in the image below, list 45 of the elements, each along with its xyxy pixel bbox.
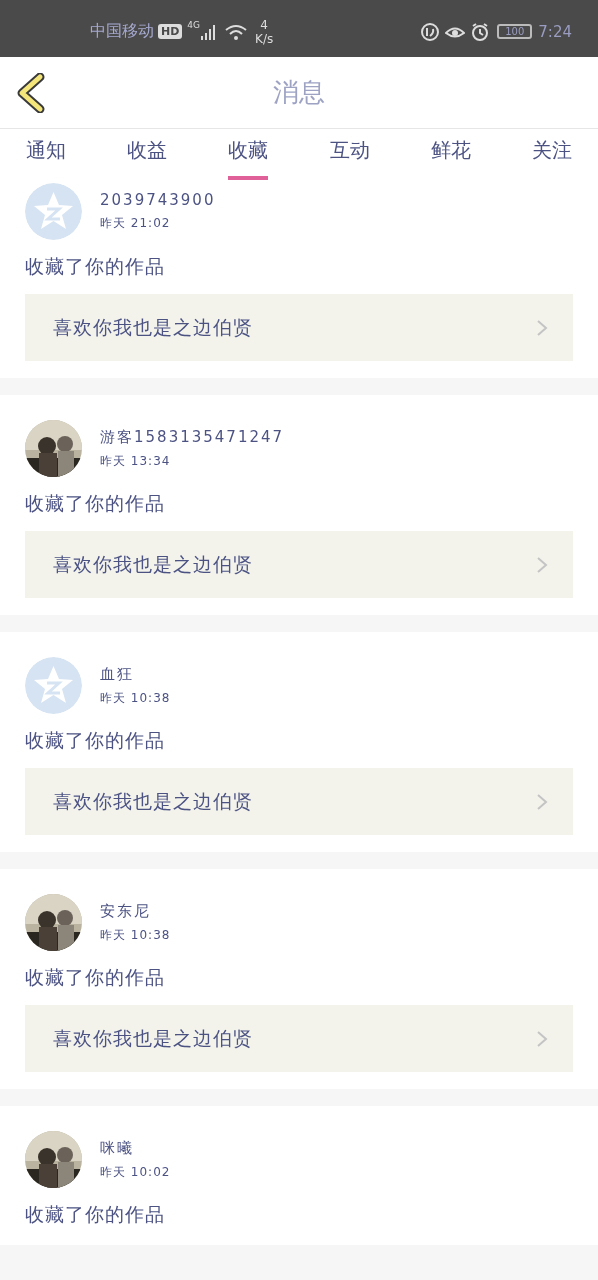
work-link[interactable]: 喜欢你我也是之边伯贤 — [25, 1005, 573, 1072]
work-link[interactable]: 喜欢你我也是之边伯贤 — [25, 768, 573, 835]
message-time: 昨天 10:38 — [100, 926, 171, 944]
work-link[interactable]: 喜欢你我也是之边伯贤 — [25, 531, 573, 598]
speed-unit: K/s — [255, 31, 274, 46]
page-title: 消息 — [273, 76, 325, 109]
user-name: 游客1583135471247 — [100, 427, 285, 447]
tab[interactable]: 鲜花 — [430, 129, 471, 180]
message-time: 昨天 13:34 — [100, 452, 172, 470]
message-text: 收藏了你的作品 — [25, 965, 166, 990]
work-title: 喜欢你我也是之边伯贤 — [53, 1025, 253, 1051]
chevron-right-icon — [535, 1028, 549, 1049]
tab[interactable]: 关注 — [531, 129, 572, 180]
work-title: 喜欢你我也是之边伯贤 — [53, 788, 253, 814]
message-time: 昨天 10:38 — [100, 689, 171, 707]
chevron-right-icon — [535, 791, 549, 812]
tab[interactable]: 互动 — [329, 129, 370, 180]
message-text: 收藏了你的作品 — [25, 491, 166, 516]
network-type: 4G — [187, 20, 201, 30]
message-text: 收藏了你的作品 — [25, 254, 166, 279]
user-name: 2039743900 — [100, 191, 216, 209]
signal-icon — [201, 23, 218, 40]
alarm-icon — [471, 22, 490, 41]
chevron-right-icon — [535, 554, 549, 575]
speed-value: 4 — [260, 17, 268, 32]
user-name: 咪曦 — [100, 1138, 135, 1158]
chevron-right-icon — [535, 317, 549, 338]
message-time: 昨天 21:02 — [100, 215, 172, 232]
user-name: 安东尼 — [100, 901, 152, 921]
tab[interactable]: 收益 — [127, 129, 168, 180]
message-text: 收藏了你的作品 — [25, 1202, 166, 1227]
message-time: 昨天 10:02 — [100, 1163, 171, 1181]
message-text: 收藏了你的作品 — [25, 728, 166, 753]
hd-badge: HD — [158, 24, 183, 39]
work-title: 喜欢你我也是之边伯贤 — [53, 314, 253, 340]
clock-time: 7:24 — [538, 22, 572, 41]
default-avatar-icon — [25, 657, 82, 714]
battery-level: 100 — [497, 24, 533, 39]
tab[interactable]: 通知 — [26, 129, 66, 180]
work-title: 喜欢你我也是之边伯贤 — [53, 551, 253, 577]
wifi-icon — [225, 23, 248, 40]
carrier-name: 中国移动 — [90, 21, 154, 42]
user-name: 血狂 — [100, 664, 135, 684]
default-avatar-icon — [25, 183, 82, 240]
work-link[interactable]: 喜欢你我也是之边伯贤 — [25, 294, 573, 361]
